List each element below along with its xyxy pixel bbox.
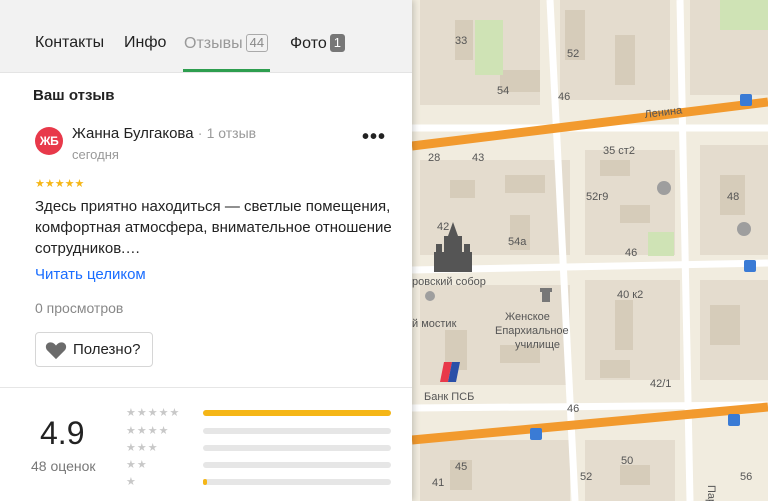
bus-stop-icon[interactable] (744, 260, 756, 272)
rating-bar (203, 445, 391, 451)
tab-count-badge: 44 (245, 34, 269, 52)
tab-label: Отзывы (184, 35, 243, 52)
poi-icon[interactable] (425, 291, 435, 301)
house-number-label: 52 (567, 48, 579, 60)
rating-count: 48 оценок (31, 458, 96, 474)
house-number-label: 42 (437, 221, 449, 233)
school-label-line2: Епархиальное (495, 325, 569, 337)
rating-bar (203, 428, 391, 434)
house-number-label: 56 (740, 471, 752, 483)
rating-row-stars: ★★★★★ (126, 407, 181, 419)
review-panel: Контакты Инфо Отзывы 44 Фото 1 Ваш отзыв Ж… (0, 0, 412, 501)
house-number-label: 54а (508, 236, 527, 248)
tab-info[interactable]: Инфо (124, 34, 166, 52)
rating-row-stars: ★★★ (126, 442, 159, 454)
house-number-label: 43 (472, 152, 484, 164)
review-date: сегодня (72, 147, 119, 162)
house-number-label: 46 (567, 403, 579, 415)
views-count: 0 просмотров (35, 300, 124, 316)
house-number-label: 33 (455, 35, 467, 47)
house-number-label: 42/1 (650, 378, 671, 390)
rating-bar (203, 479, 391, 485)
helpful-button[interactable]: Полезно? (35, 332, 153, 367)
active-tab-indicator (183, 69, 270, 72)
school-label-line1: Женское (505, 311, 550, 323)
rating-bar (203, 410, 391, 416)
tab-contacts[interactable]: Контакты (35, 34, 104, 52)
bus-stop-icon[interactable] (740, 94, 752, 106)
bridge-label: й мостик (412, 318, 457, 330)
helpful-label: Полезно? (73, 341, 141, 358)
school-label-line3: училище (515, 339, 560, 351)
house-number-label: 52г9 (586, 191, 608, 203)
street-label-pari: Пари (705, 485, 717, 501)
tab-count-badge: 1 (329, 34, 345, 52)
review-stars: ★★★★★ (35, 178, 85, 190)
rating-row-stars: ★★ (126, 459, 148, 471)
house-number-label: 52 (580, 471, 592, 483)
rating-bar-fill (203, 410, 391, 416)
cathedral-label: ровский собор (412, 276, 486, 288)
more-options-icon[interactable]: ••• (362, 126, 386, 149)
separator-dot: · (197, 125, 203, 142)
author-reviews-count: 1 отзыв (206, 125, 257, 141)
read-more-link[interactable]: Читать целиком (35, 266, 146, 283)
tab-label: Контакты (35, 34, 105, 51)
house-number-label: 46 (558, 91, 570, 103)
house-number-label: 41 (432, 477, 444, 489)
section-title: Ваш отзыв (33, 87, 115, 104)
house-number-label: 45 (455, 461, 467, 473)
tab-label: Фото (290, 35, 327, 52)
tab-photos[interactable]: Фото 1 (290, 34, 345, 53)
house-number-label: 54 (497, 85, 509, 97)
tab-bar: Контакты Инфо Отзывы 44 Фото 1 (0, 0, 412, 73)
bus-stop-icon[interactable] (728, 414, 740, 426)
bank-label: Банк ПСБ (424, 391, 474, 403)
tab-label: Инфо (124, 34, 167, 51)
tab-reviews[interactable]: Отзывы 44 (184, 34, 269, 53)
poi-icon[interactable] (737, 222, 751, 236)
divider (0, 387, 412, 388)
author-name[interactable]: Жанна Булгакова (72, 125, 194, 142)
rating-bar-fill (203, 479, 207, 485)
heart-icon (45, 342, 67, 360)
poi-icon[interactable] (657, 181, 671, 195)
avatar[interactable]: ЖБ (35, 127, 63, 155)
rating-row-stars: ★ (126, 476, 137, 488)
rating-bar (203, 462, 391, 468)
rating-score: 4.9 (40, 415, 85, 451)
house-number-label: 48 (727, 191, 739, 203)
house-number-label: 46 (625, 247, 637, 259)
review-author: Жанна Булгакова · 1 отзыв (72, 125, 256, 142)
rating-row-stars: ★★★★ (126, 425, 170, 437)
house-number-label: 50 (621, 455, 633, 467)
house-number-label: 35 ст2 (603, 145, 635, 157)
house-number-label: 40 к2 (617, 289, 643, 301)
review-text: Здесь приятно находиться — светлые помещ… (35, 198, 392, 257)
bus-stop-icon[interactable] (530, 428, 542, 440)
house-number-label: 28 (428, 152, 440, 164)
